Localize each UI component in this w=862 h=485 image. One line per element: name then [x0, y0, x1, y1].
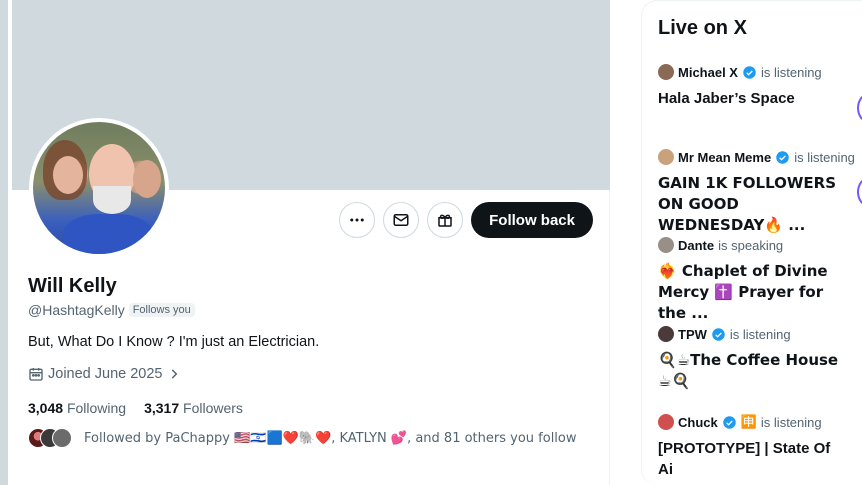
followed-by-avatars — [28, 428, 72, 448]
left-edge — [0, 0, 8, 485]
handle-row: @HashtagKelly Follows you — [28, 302, 195, 318]
host-status: is listening — [729, 326, 791, 342]
host-name: Dante — [678, 237, 715, 253]
avatar — [52, 428, 72, 448]
verified-badge-icon — [776, 150, 789, 164]
space-title: Hala Jaber’s Space — [658, 90, 795, 107]
avatar — [658, 64, 674, 80]
live-host: Chuck 🈸 is listening — [658, 414, 862, 430]
follow-back-button[interactable]: Follow back — [471, 202, 593, 238]
following-link[interactable]: 3,048 Following — [28, 400, 126, 416]
live-title: Live on X — [658, 17, 747, 39]
host-extra: 🈸 — [740, 414, 757, 430]
live-host: TPW is listening — [658, 326, 862, 342]
more-button[interactable] — [339, 202, 376, 238]
host-name: Chuck — [678, 414, 718, 430]
live-host: Michael X is listening — [658, 64, 862, 80]
profile-handle: @HashtagKelly — [28, 302, 125, 318]
envelope-icon — [393, 214, 409, 226]
avatar — [658, 149, 674, 165]
follows-you-badge: Follows you — [128, 303, 195, 317]
follow-counts: 3,048 Following 3,317 Followers — [28, 400, 243, 416]
space-title: ❤️‍🔥 Chaplet of Divine Mercy ✝️ Prayer f… — [658, 262, 828, 322]
space-title: 🍳☕The Coffee House☕🍳 — [658, 351, 839, 390]
avatar-image — [33, 122, 165, 254]
live-host: Dante is speaking — [658, 237, 862, 253]
avatar — [658, 326, 674, 342]
joined-date: Joined June 2025 — [48, 366, 163, 382]
profile-avatar[interactable] — [29, 118, 169, 258]
host-name: Mr Mean Meme — [678, 149, 772, 165]
live-item[interactable]: Mr Mean Meme is listening GAIN 1K FOLLOW… — [658, 149, 862, 236]
live-item[interactable]: Dante is speaking ❤️‍🔥 Chaplet of Divine… — [658, 237, 862, 324]
space-title: GAIN 1K FOLLOWERS ON GOOD WEDNESDAY🔥 ... — [658, 174, 837, 234]
live-on-x-panel: Live on X Michael X is listening Hala Ja… — [641, 0, 862, 485]
avatar — [658, 414, 674, 430]
followed-by-row[interactable]: Followed by PaChappy 🇺🇸🇮🇱🟦❤️🐘❤️, KATLYN … — [28, 428, 577, 448]
profile-name: Will Kelly — [28, 275, 117, 297]
host-status: is listening — [794, 149, 855, 165]
gift-icon — [438, 214, 452, 227]
avatar — [658, 237, 674, 253]
gift-button[interactable] — [427, 202, 464, 238]
chevron-right-icon — [171, 369, 177, 379]
calendar-icon — [29, 368, 43, 381]
host-name: Michael X — [678, 64, 738, 80]
following-label: Following — [66, 400, 127, 416]
live-host: Mr Mean Meme is listening — [658, 149, 862, 165]
message-button[interactable] — [383, 202, 420, 238]
more-icon — [350, 218, 364, 222]
live-item[interactable]: Michael X is listening Hala Jaber’s Spac… — [658, 64, 862, 109]
host-status: is listening — [760, 414, 822, 430]
verified-badge-icon — [712, 327, 725, 341]
followers-label: Followers — [183, 400, 243, 416]
profile-main: Follow back Will Kelly @HashtagKelly Fol… — [12, 0, 610, 485]
followers-count: 3,317 — [144, 400, 180, 416]
joined-row[interactable]: Joined June 2025 — [28, 366, 181, 382]
live-item[interactable]: TPW is listening 🍳☕The Coffee House☕🍳 — [658, 326, 862, 392]
followers-link[interactable]: 3,317 Followers — [144, 400, 243, 416]
profile-actions: Follow back — [339, 202, 593, 238]
host-status: is speaking — [718, 237, 784, 253]
verified-badge-icon — [743, 65, 756, 79]
host-name: TPW — [678, 326, 707, 342]
followed-by-text: Followed by PaChappy 🇺🇸🇮🇱🟦❤️🐘❤️, KATLYN … — [84, 430, 577, 446]
host-status: is listening — [760, 64, 822, 80]
verified-badge-icon — [722, 415, 736, 429]
profile-bio: But, What Do I Know ? I'm just an Electr… — [28, 334, 320, 350]
space-title: [PROTOTYPE] | State Of Ai — [658, 440, 831, 478]
following-count: 3,048 — [28, 400, 64, 416]
live-item[interactable]: Chuck 🈸 is listening [PROTOTYPE] | State… — [658, 414, 862, 480]
